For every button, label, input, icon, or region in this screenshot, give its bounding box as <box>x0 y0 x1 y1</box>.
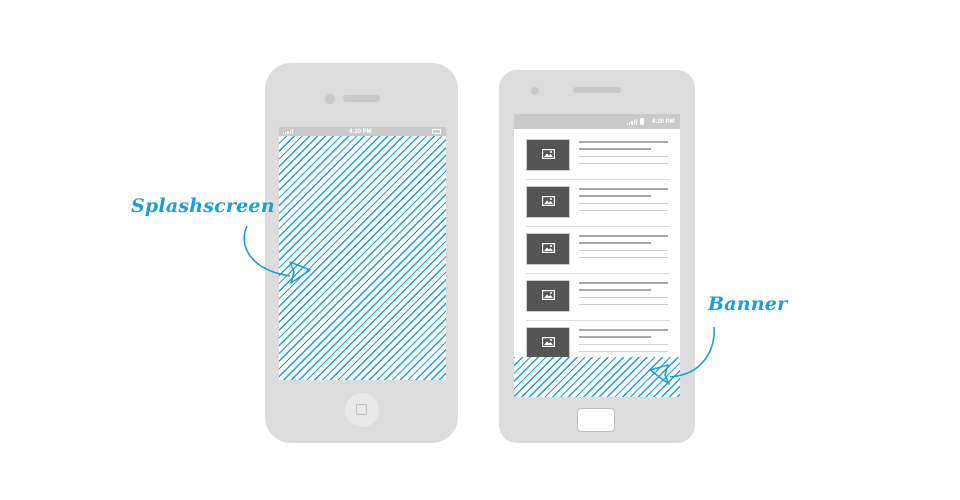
banner-arrow-line <box>669 326 715 378</box>
iphone-status-time: 4:20 PM <box>349 129 372 135</box>
banner-label: Banner <box>708 293 788 315</box>
banner-arrowhead-icon <box>649 364 670 385</box>
splash-arrowhead-icon <box>289 261 311 284</box>
splash-arrow-line <box>243 225 291 277</box>
battery-icon <box>432 129 441 134</box>
splashscreen-label: Splashscreen <box>131 195 275 217</box>
annotation-arrows <box>243 225 715 385</box>
iphone-status-bar: 4:20 PM <box>279 127 446 136</box>
signal-icon <box>283 129 293 134</box>
